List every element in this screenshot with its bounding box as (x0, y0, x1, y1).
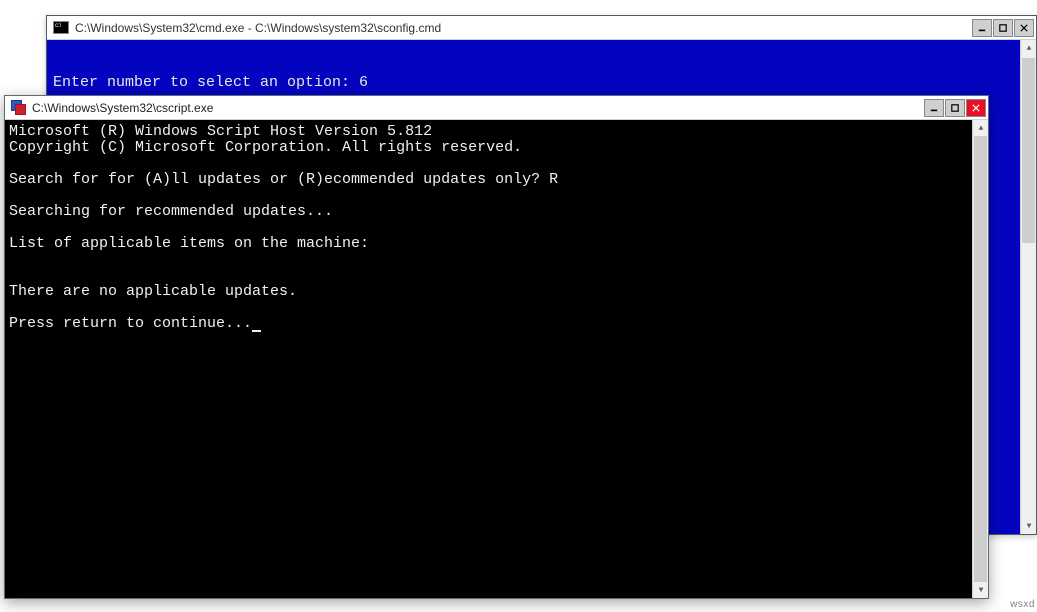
cmd-output-line: Enter number to select an option: 6 (53, 74, 1030, 91)
scroll-thumb[interactable] (1022, 58, 1035, 243)
cscript-titlebar-left: C:\Windows\System32\cscript.exe (11, 100, 213, 115)
scroll-track[interactable] (1021, 56, 1036, 518)
maximize-button[interactable] (993, 19, 1013, 37)
cmd-icon (53, 21, 69, 34)
output-line: Search for for (A)ll updates or (R)ecomm… (9, 171, 558, 188)
output-line: Microsoft (R) Windows Script Host Versio… (9, 123, 432, 140)
cscript-icon (11, 100, 26, 115)
close-button[interactable] (1014, 19, 1034, 37)
scroll-down-icon[interactable]: ▼ (973, 582, 988, 598)
output-line: Press return to continue... (9, 315, 252, 332)
scroll-up-icon[interactable]: ▲ (973, 120, 988, 136)
cscript-window: C:\Windows\System32\cscript.exe Microsof… (4, 95, 989, 599)
cscript-window-controls (924, 99, 986, 117)
output-line: List of applicable items on the machine: (9, 235, 369, 252)
cscript-output: Microsoft (R) Windows Script Host Versio… (9, 124, 986, 332)
maximize-button[interactable] (945, 99, 965, 117)
minimize-button[interactable] (972, 19, 992, 37)
output-line: There are no applicable updates. (9, 283, 297, 300)
cscript-window-title: C:\Windows\System32\cscript.exe (32, 101, 213, 115)
scroll-down-icon[interactable]: ▼ (1021, 518, 1036, 534)
cmd-titlebar[interactable]: C:\Windows\System32\cmd.exe - C:\Windows… (47, 16, 1036, 40)
close-button[interactable] (966, 99, 986, 117)
cmd-titlebar-left: C:\Windows\System32\cmd.exe - C:\Windows… (53, 21, 441, 35)
cmd-window-controls (972, 19, 1034, 37)
output-line: Copyright (C) Microsoft Corporation. All… (9, 139, 522, 156)
cscript-scrollbar[interactable]: ▲ ▼ (972, 120, 988, 598)
scroll-track[interactable] (973, 136, 988, 582)
cmd-scrollbar[interactable]: ▲ ▼ (1020, 40, 1036, 534)
cscript-body[interactable]: Microsoft (R) Windows Script Host Versio… (5, 120, 988, 598)
cscript-titlebar[interactable]: C:\Windows\System32\cscript.exe (5, 96, 988, 120)
watermark-text: wsxd (1010, 599, 1035, 610)
cursor-icon (252, 330, 261, 332)
minimize-button[interactable] (924, 99, 944, 117)
cmd-window-title: C:\Windows\System32\cmd.exe - C:\Windows… (75, 21, 441, 35)
scroll-thumb[interactable] (974, 136, 987, 582)
scroll-up-icon[interactable]: ▲ (1021, 40, 1036, 56)
output-line: Searching for recommended updates... (9, 203, 333, 220)
